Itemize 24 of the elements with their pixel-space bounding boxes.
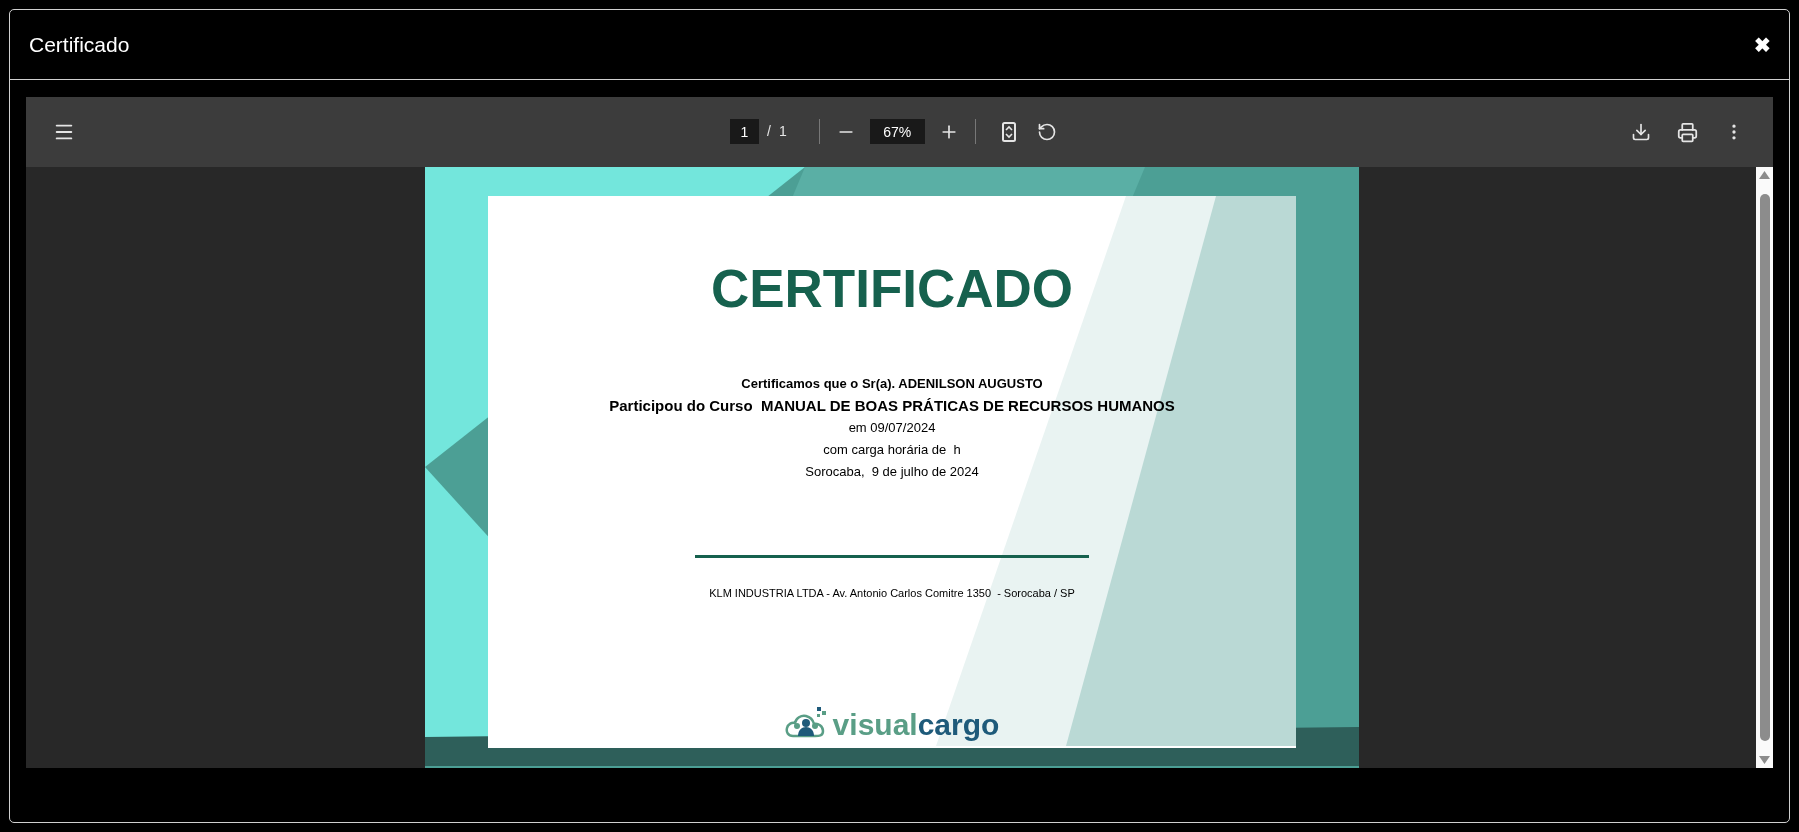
logo-text: visual bbox=[832, 708, 918, 741]
page-number-field[interactable]: 1 bbox=[730, 119, 759, 144]
scrollbar-thumb[interactable] bbox=[1759, 194, 1770, 741]
logo-text: cargo bbox=[917, 708, 1000, 741]
close-button[interactable]: ✖ bbox=[1754, 34, 1771, 55]
certificate-text: com carga horária de h bbox=[823, 441, 961, 459]
certificate-text: em 09/07/2024 bbox=[848, 419, 936, 437]
download-icon[interactable] bbox=[1631, 122, 1651, 142]
people-cloud-icon bbox=[784, 706, 829, 740]
dialog-title: Certificado bbox=[29, 31, 130, 58]
certificate-text: Participou do Curso MANUAL DE BOAS PRÁTICAS DE RECURSOS HUMANOS bbox=[609, 396, 1175, 416]
certificate-text: Certificamos que o Sr(a). ADENILSON AUGUSTO bbox=[741, 375, 1043, 393]
certificate-heading: CERTIFICADO bbox=[710, 262, 1074, 315]
scroll-up-icon[interactable] bbox=[1759, 171, 1770, 179]
certificate-text: Sorocaba, 9 de julho de 2024 bbox=[805, 463, 979, 481]
fit-page-icon[interactable] bbox=[1000, 120, 1017, 143]
scrollbar[interactable] bbox=[1756, 167, 1773, 768]
scroll-down-icon[interactable] bbox=[1759, 756, 1770, 764]
print-icon[interactable] bbox=[1677, 121, 1698, 143]
zoom-field[interactable]: 67% bbox=[869, 119, 925, 144]
page-total: 1 bbox=[778, 122, 787, 141]
rotate-icon[interactable] bbox=[1036, 121, 1057, 142]
company-address: KLM INDUSTRIA LTDA - Av. Antonio Carlos Comitre 1350 - Sorocaba / SP bbox=[709, 586, 1075, 601]
page-separator: / bbox=[767, 122, 771, 141]
